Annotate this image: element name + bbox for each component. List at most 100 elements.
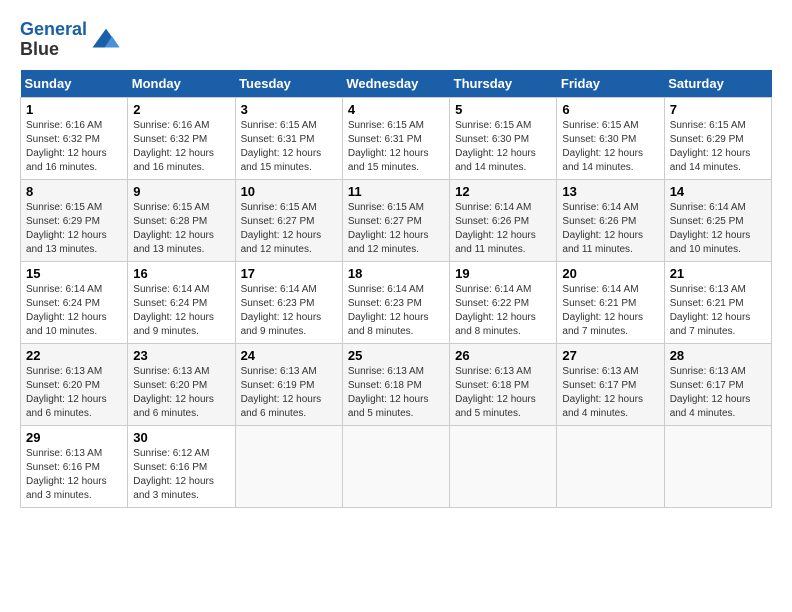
- calendar-cell: [235, 425, 342, 507]
- day-number: 23: [133, 348, 229, 363]
- calendar-week-5: 29 Sunrise: 6:13 AM Sunset: 6:16 PM Dayl…: [21, 425, 772, 507]
- day-detail: Sunrise: 6:14 AM Sunset: 6:24 PM Dayligh…: [26, 283, 122, 339]
- calendar-cell: 16 Sunrise: 6:14 AM Sunset: 6:24 PM Dayl…: [128, 261, 235, 343]
- weekday-header-tuesday: Tuesday: [235, 70, 342, 98]
- calendar-cell: 20 Sunrise: 6:14 AM Sunset: 6:21 PM Dayl…: [557, 261, 664, 343]
- day-detail: Sunrise: 6:15 AM Sunset: 6:28 PM Dayligh…: [133, 201, 229, 257]
- calendar-cell: [557, 425, 664, 507]
- calendar-week-1: 1 Sunrise: 6:16 AM Sunset: 6:32 PM Dayli…: [21, 97, 772, 179]
- calendar-cell: 7 Sunrise: 6:15 AM Sunset: 6:29 PM Dayli…: [664, 97, 771, 179]
- calendar-cell: 17 Sunrise: 6:14 AM Sunset: 6:23 PM Dayl…: [235, 261, 342, 343]
- day-detail: Sunrise: 6:13 AM Sunset: 6:18 PM Dayligh…: [348, 365, 444, 421]
- calendar-cell: 5 Sunrise: 6:15 AM Sunset: 6:30 PM Dayli…: [450, 97, 557, 179]
- day-detail: Sunrise: 6:15 AM Sunset: 6:29 PM Dayligh…: [670, 119, 766, 175]
- day-number: 6: [562, 102, 658, 117]
- calendar-cell: 14 Sunrise: 6:14 AM Sunset: 6:25 PM Dayl…: [664, 179, 771, 261]
- calendar-cell: [450, 425, 557, 507]
- day-number: 26: [455, 348, 551, 363]
- logo: GeneralBlue: [20, 20, 121, 60]
- day-number: 7: [670, 102, 766, 117]
- day-number: 25: [348, 348, 444, 363]
- day-number: 24: [241, 348, 337, 363]
- calendar-cell: 10 Sunrise: 6:15 AM Sunset: 6:27 PM Dayl…: [235, 179, 342, 261]
- calendar-cell: 30 Sunrise: 6:12 AM Sunset: 6:16 PM Dayl…: [128, 425, 235, 507]
- calendar-week-4: 22 Sunrise: 6:13 AM Sunset: 6:20 PM Dayl…: [21, 343, 772, 425]
- day-detail: Sunrise: 6:14 AM Sunset: 6:21 PM Dayligh…: [562, 283, 658, 339]
- day-number: 4: [348, 102, 444, 117]
- day-number: 20: [562, 266, 658, 281]
- calendar-cell: 13 Sunrise: 6:14 AM Sunset: 6:26 PM Dayl…: [557, 179, 664, 261]
- calendar-table: SundayMondayTuesdayWednesdayThursdayFrid…: [20, 70, 772, 508]
- weekday-header-friday: Friday: [557, 70, 664, 98]
- day-detail: Sunrise: 6:14 AM Sunset: 6:26 PM Dayligh…: [562, 201, 658, 257]
- calendar-cell: 8 Sunrise: 6:15 AM Sunset: 6:29 PM Dayli…: [21, 179, 128, 261]
- calendar-cell: 28 Sunrise: 6:13 AM Sunset: 6:17 PM Dayl…: [664, 343, 771, 425]
- calendar-cell: 12 Sunrise: 6:14 AM Sunset: 6:26 PM Dayl…: [450, 179, 557, 261]
- calendar-cell: 27 Sunrise: 6:13 AM Sunset: 6:17 PM Dayl…: [557, 343, 664, 425]
- day-number: 17: [241, 266, 337, 281]
- page-header: GeneralBlue: [20, 20, 772, 60]
- day-detail: Sunrise: 6:15 AM Sunset: 6:31 PM Dayligh…: [241, 119, 337, 175]
- weekday-header-sunday: Sunday: [21, 70, 128, 98]
- calendar-cell: [664, 425, 771, 507]
- day-number: 18: [348, 266, 444, 281]
- day-detail: Sunrise: 6:13 AM Sunset: 6:21 PM Dayligh…: [670, 283, 766, 339]
- day-detail: Sunrise: 6:15 AM Sunset: 6:29 PM Dayligh…: [26, 201, 122, 257]
- day-number: 14: [670, 184, 766, 199]
- day-detail: Sunrise: 6:14 AM Sunset: 6:26 PM Dayligh…: [455, 201, 551, 257]
- logo-icon: [91, 25, 121, 55]
- calendar-cell: 24 Sunrise: 6:13 AM Sunset: 6:19 PM Dayl…: [235, 343, 342, 425]
- day-number: 10: [241, 184, 337, 199]
- day-detail: Sunrise: 6:15 AM Sunset: 6:30 PM Dayligh…: [562, 119, 658, 175]
- day-detail: Sunrise: 6:13 AM Sunset: 6:20 PM Dayligh…: [133, 365, 229, 421]
- weekday-header-row: SundayMondayTuesdayWednesdayThursdayFrid…: [21, 70, 772, 98]
- day-detail: Sunrise: 6:14 AM Sunset: 6:23 PM Dayligh…: [241, 283, 337, 339]
- day-detail: Sunrise: 6:15 AM Sunset: 6:30 PM Dayligh…: [455, 119, 551, 175]
- day-detail: Sunrise: 6:15 AM Sunset: 6:27 PM Dayligh…: [348, 201, 444, 257]
- day-number: 30: [133, 430, 229, 445]
- day-detail: Sunrise: 6:15 AM Sunset: 6:27 PM Dayligh…: [241, 201, 337, 257]
- day-number: 19: [455, 266, 551, 281]
- day-number: 21: [670, 266, 766, 281]
- calendar-cell: 21 Sunrise: 6:13 AM Sunset: 6:21 PM Dayl…: [664, 261, 771, 343]
- calendar-cell: 19 Sunrise: 6:14 AM Sunset: 6:22 PM Dayl…: [450, 261, 557, 343]
- day-number: 28: [670, 348, 766, 363]
- day-number: 3: [241, 102, 337, 117]
- calendar-week-3: 15 Sunrise: 6:14 AM Sunset: 6:24 PM Dayl…: [21, 261, 772, 343]
- day-detail: Sunrise: 6:14 AM Sunset: 6:23 PM Dayligh…: [348, 283, 444, 339]
- weekday-header-monday: Monday: [128, 70, 235, 98]
- day-number: 5: [455, 102, 551, 117]
- calendar-cell: 1 Sunrise: 6:16 AM Sunset: 6:32 PM Dayli…: [21, 97, 128, 179]
- day-detail: Sunrise: 6:14 AM Sunset: 6:24 PM Dayligh…: [133, 283, 229, 339]
- day-number: 22: [26, 348, 122, 363]
- day-number: 27: [562, 348, 658, 363]
- calendar-cell: 6 Sunrise: 6:15 AM Sunset: 6:30 PM Dayli…: [557, 97, 664, 179]
- calendar-cell: 9 Sunrise: 6:15 AM Sunset: 6:28 PM Dayli…: [128, 179, 235, 261]
- weekday-header-thursday: Thursday: [450, 70, 557, 98]
- day-number: 1: [26, 102, 122, 117]
- calendar-cell: 22 Sunrise: 6:13 AM Sunset: 6:20 PM Dayl…: [21, 343, 128, 425]
- day-detail: Sunrise: 6:13 AM Sunset: 6:20 PM Dayligh…: [26, 365, 122, 421]
- day-detail: Sunrise: 6:13 AM Sunset: 6:17 PM Dayligh…: [670, 365, 766, 421]
- calendar-cell: 3 Sunrise: 6:15 AM Sunset: 6:31 PM Dayli…: [235, 97, 342, 179]
- day-detail: Sunrise: 6:16 AM Sunset: 6:32 PM Dayligh…: [133, 119, 229, 175]
- day-number: 8: [26, 184, 122, 199]
- calendar-cell: 29 Sunrise: 6:13 AM Sunset: 6:16 PM Dayl…: [21, 425, 128, 507]
- day-number: 11: [348, 184, 444, 199]
- calendar-cell: 15 Sunrise: 6:14 AM Sunset: 6:24 PM Dayl…: [21, 261, 128, 343]
- calendar-cell: 23 Sunrise: 6:13 AM Sunset: 6:20 PM Dayl…: [128, 343, 235, 425]
- calendar-week-2: 8 Sunrise: 6:15 AM Sunset: 6:29 PM Dayli…: [21, 179, 772, 261]
- calendar-cell: 18 Sunrise: 6:14 AM Sunset: 6:23 PM Dayl…: [342, 261, 449, 343]
- day-detail: Sunrise: 6:15 AM Sunset: 6:31 PM Dayligh…: [348, 119, 444, 175]
- day-number: 15: [26, 266, 122, 281]
- day-detail: Sunrise: 6:13 AM Sunset: 6:19 PM Dayligh…: [241, 365, 337, 421]
- calendar-cell: [342, 425, 449, 507]
- day-number: 16: [133, 266, 229, 281]
- day-detail: Sunrise: 6:14 AM Sunset: 6:25 PM Dayligh…: [670, 201, 766, 257]
- day-number: 13: [562, 184, 658, 199]
- calendar-cell: 11 Sunrise: 6:15 AM Sunset: 6:27 PM Dayl…: [342, 179, 449, 261]
- calendar-cell: 2 Sunrise: 6:16 AM Sunset: 6:32 PM Dayli…: [128, 97, 235, 179]
- day-number: 9: [133, 184, 229, 199]
- day-detail: Sunrise: 6:13 AM Sunset: 6:16 PM Dayligh…: [26, 447, 122, 503]
- weekday-header-saturday: Saturday: [664, 70, 771, 98]
